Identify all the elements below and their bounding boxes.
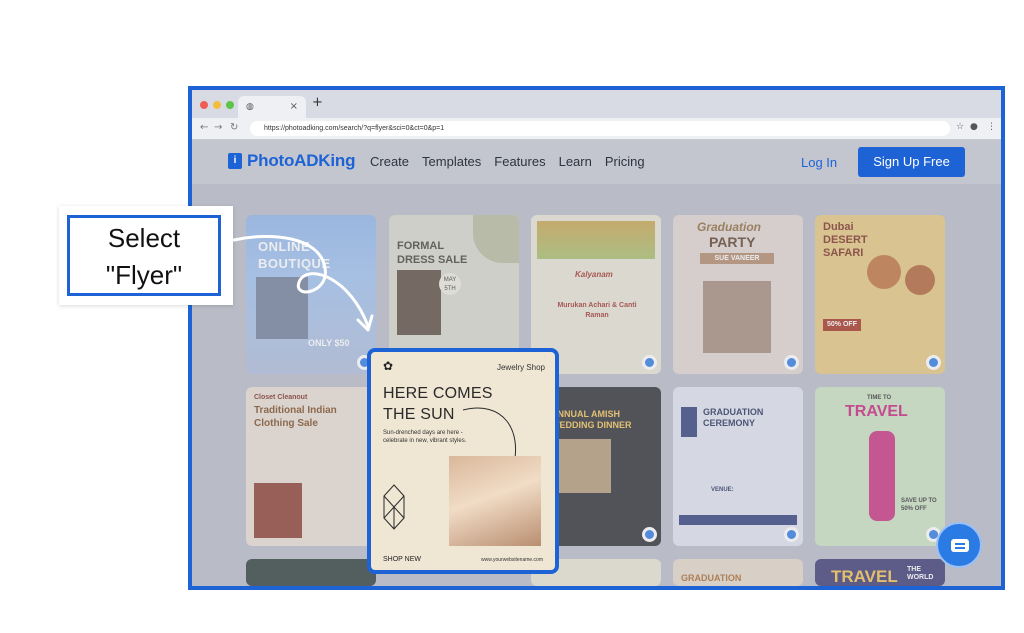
callout-line-2: "Flyer" (105, 260, 183, 290)
card-offer: SAVE UP TO 50% OFF (901, 498, 937, 512)
premium-badge-icon (784, 527, 799, 542)
card-photo (869, 431, 895, 521)
card-decor (537, 221, 655, 259)
callout-frame: Select "Flyer" (67, 215, 221, 296)
premium-badge-icon (642, 527, 657, 542)
close-window-icon[interactable] (200, 101, 208, 109)
logo-mark-icon: i (228, 153, 242, 169)
nav-learn[interactable]: Learn (559, 154, 592, 169)
card-offer: 50% OFF (823, 319, 861, 331)
curved-arrow-icon (232, 234, 374, 332)
card-photo (397, 270, 441, 335)
login-link[interactable]: Log In (801, 155, 837, 170)
browser-tab[interactable]: ◍ × (238, 96, 306, 118)
template-card-row3-3[interactable]: GRADUATION (673, 559, 803, 586)
card-venue: VENUE: (711, 487, 734, 493)
reload-icon[interactable]: ↻ (230, 122, 238, 133)
card-subtitle: THE WORLD (907, 566, 934, 581)
card-title: ANNUAL AMISH WEDDING DINNER (551, 409, 632, 430)
gem-outline-icon (383, 484, 405, 530)
maximize-window-icon[interactable] (226, 101, 234, 109)
card-date: MAY 5TH (439, 273, 461, 295)
photoadking-logo[interactable]: i PhotoADKing (228, 151, 355, 171)
chat-icon[interactable] (936, 522, 982, 568)
card-photo (867, 255, 901, 289)
card-decor (473, 215, 519, 263)
tab-bar: ◍ × + (192, 90, 1001, 118)
back-arrow-icon[interactable]: ← (200, 122, 208, 133)
flower-icon: ✿ (383, 359, 394, 373)
card-subtitle: PARTY (709, 234, 756, 250)
card-names: Murukan Achari & Canti Raman (557, 302, 637, 319)
premium-badge-icon (784, 355, 799, 370)
nav-features[interactable]: Features (494, 154, 545, 169)
template-card-travel[interactable]: TIME TO TRAVEL SAVE UP TO 50% OFF (815, 387, 945, 546)
url-field[interactable]: https://photoadking.com/search/?q=flyer&… (250, 121, 950, 136)
card-title: FORMAL DRESS SALE (397, 240, 468, 266)
card-name: SUE VANEER (700, 253, 774, 264)
forward-arrow-icon[interactable]: → (214, 122, 222, 133)
card-title: GRADUATION (681, 573, 742, 583)
tab-close-icon[interactable]: × (290, 101, 298, 112)
template-card-graduation-party[interactable]: Graduation PARTY SUE VANEER (673, 215, 803, 374)
nav-pricing[interactable]: Pricing (605, 154, 645, 169)
main-nav: Create Templates Features Learn Pricing (370, 154, 645, 169)
window-controls (200, 101, 234, 109)
address-bar-row: ← → ↻ https://photoadking.com/search/?q=… (192, 118, 1001, 140)
card-photo (703, 281, 771, 353)
card-subtitle: TIME TO (867, 395, 892, 401)
flyer-brand: Jewelry Shop (496, 363, 545, 372)
shop-new-button: SHOP NEW (383, 556, 421, 563)
card-title: Traditional Indian Clothing Sale (254, 405, 337, 429)
card-title: TRAVEL (831, 567, 898, 586)
nav-templates[interactable]: Templates (422, 154, 481, 169)
new-tab-button[interactable]: + (312, 95, 323, 110)
template-card-graduation-ceremony[interactable]: GRADUATION CEREMONY VENUE: (673, 387, 803, 546)
nav-create[interactable]: Create (370, 154, 409, 169)
card-title: GRADUATION CEREMONY (703, 407, 764, 428)
more-menu-icon[interactable]: ⋮ (987, 122, 996, 132)
premium-badge-icon (642, 355, 657, 370)
card-decor (679, 515, 797, 525)
site-header: i PhotoADKing Create Templates Features … (192, 140, 1001, 184)
signup-button[interactable]: Sign Up Free (858, 147, 965, 177)
premium-badge-icon (926, 355, 941, 370)
instruction-callout: Select "Flyer" (59, 206, 233, 305)
card-title: Kalyanam (575, 270, 613, 279)
tutorial-screenshot: ◍ × + ← → ↻ https://photoadking.com/sear… (0, 0, 1024, 633)
card-price: ONLY $50 (308, 338, 350, 348)
card-decor (681, 407, 697, 437)
flyer-website: www.yourwebsitename.com (481, 557, 543, 563)
template-card-row3-4[interactable]: TRAVEL THE WORLD (815, 559, 945, 586)
card-title: Graduation (697, 220, 762, 234)
template-card-desert-safari[interactable]: Dubai DESERT SAFARI 50% OFF (815, 215, 945, 374)
template-card-indian-clothing-sale[interactable]: Closet Cleanout Traditional Indian Cloth… (246, 387, 376, 546)
card-photo (559, 439, 611, 493)
profile-icon[interactable]: ● (970, 122, 978, 132)
card-title: TRAVEL (845, 403, 908, 420)
template-card-row3-1[interactable] (246, 559, 376, 586)
globe-icon: ◍ (246, 102, 254, 112)
card-photo (905, 265, 935, 295)
logo-text: PhotoADKing (247, 151, 356, 170)
card-photo (254, 483, 302, 538)
minimize-window-icon[interactable] (213, 101, 221, 109)
card-tag: Closet Cleanout (254, 394, 308, 401)
highlighted-flyer-template[interactable]: ✿ Jewelry Shop HERE COMES THE SUN Sun-dr… (367, 348, 559, 574)
star-icon[interactable]: ☆ (956, 122, 964, 132)
flyer-photo (449, 456, 541, 546)
callout-line-1: Select (107, 223, 181, 253)
